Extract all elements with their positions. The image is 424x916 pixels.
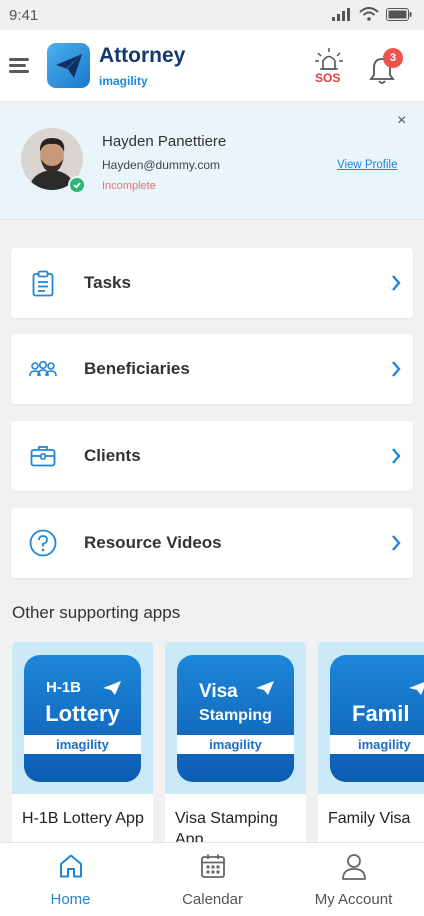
- app-tile-brand: imagility: [330, 735, 424, 754]
- app-tile: Famil imagility: [330, 655, 424, 782]
- menu-item-resource-videos[interactable]: Resource Videos: [11, 508, 413, 578]
- app-card-family-visa[interactable]: Famil imagility Family Visa: [318, 642, 424, 852]
- chevron-right-icon: [392, 361, 401, 377]
- app-tile-line1: H-1B: [46, 679, 82, 696]
- briefcase-icon: [29, 442, 57, 470]
- app-tile: H-1B Lottery imagility: [24, 655, 141, 782]
- profile-name: Hayden Panettiere: [102, 133, 227, 150]
- chevron-right-icon: [392, 448, 401, 464]
- status-bar: 9:41: [0, 0, 424, 30]
- question-circle-icon: [29, 529, 57, 557]
- brand-name: Attorney: [99, 44, 186, 67]
- app-name: Family Visa: [328, 810, 411, 827]
- nav-label: Home: [50, 891, 91, 908]
- app-tile-brand: imagility: [177, 735, 294, 754]
- sos-button[interactable]: SOS: [312, 47, 346, 87]
- brand-subtitle: imagility: [99, 74, 148, 88]
- profile-status: Incomplete: [102, 180, 156, 192]
- paper-plane-icon: [409, 682, 424, 695]
- app-tile-brand: imagility: [24, 735, 141, 754]
- calendar-icon: [200, 854, 225, 878]
- app-header: Attorney imagility SOS 3: [0, 30, 424, 102]
- menu-item-label: Tasks: [84, 273, 131, 292]
- wifi-icon: [359, 7, 379, 21]
- home-icon: [59, 854, 82, 878]
- chevron-right-icon: [392, 275, 401, 291]
- menu-item-beneficiaries[interactable]: Beneficiaries: [11, 334, 413, 404]
- nav-calendar[interactable]: Calendar: [142, 843, 283, 916]
- app-artwork: Famil imagility: [318, 642, 424, 794]
- notification-count-badge: 3: [383, 48, 403, 68]
- paper-plane-icon: [55, 53, 82, 78]
- status-time: 9:41: [9, 7, 39, 24]
- menu-item-label: Beneficiaries: [84, 359, 190, 378]
- nav-my-account[interactable]: My Account: [283, 843, 424, 916]
- app-tile-line1: Visa: [199, 681, 238, 702]
- app-tile-line2: Stamping: [199, 707, 272, 724]
- clipboard-icon: [29, 269, 57, 297]
- battery-icon: [386, 7, 412, 21]
- app-tile-line2: Lottery: [45, 701, 120, 726]
- verified-shield-icon: [68, 176, 86, 194]
- menu-item-label: Resource Videos: [84, 533, 222, 552]
- close-icon[interactable]: ×: [397, 112, 406, 130]
- signal-icon: [332, 8, 350, 21]
- app-card-visa-stamping[interactable]: Visa Stamping imagility Visa Stamping Ap…: [165, 642, 306, 852]
- app-artwork: Visa Stamping imagility: [165, 642, 306, 794]
- sos-label: SOS: [315, 71, 341, 85]
- app-tile-line2: Famil: [352, 701, 410, 726]
- app-tile: Visa Stamping imagility: [177, 655, 294, 782]
- profile-email: Hayden@dummy.com: [102, 158, 220, 172]
- nav-label: My Account: [314, 891, 393, 908]
- notifications-button[interactable]: 3: [369, 48, 403, 86]
- chevron-right-icon: [392, 535, 401, 551]
- paper-plane-icon: [103, 681, 121, 695]
- menu-item-label: Clients: [84, 446, 141, 465]
- profile-card: Hayden Panettiere Hayden@dummy.com Incom…: [0, 103, 424, 220]
- nav-home[interactable]: Home: [0, 843, 141, 916]
- bottom-nav: Home Calendar My Account: [0, 842, 424, 916]
- app-card-h1b-lottery[interactable]: H-1B Lottery imagility H-1B Lottery App: [12, 642, 153, 852]
- section-title-other-apps: Other supporting apps: [12, 603, 181, 622]
- apps-carousel[interactable]: H-1B Lottery imagility H-1B Lottery App …: [12, 642, 424, 852]
- app-name: H-1B Lottery App: [22, 810, 144, 827]
- paper-plane-icon: [256, 681, 274, 695]
- alarm-siren-icon: [315, 48, 343, 70]
- status-icons: [332, 7, 412, 21]
- brand-logo: [47, 43, 90, 88]
- menu-item-tasks[interactable]: Tasks: [11, 248, 413, 318]
- hamburger-menu-icon[interactable]: [9, 58, 29, 74]
- nav-label: Calendar: [182, 891, 243, 908]
- menu-item-clients[interactable]: Clients: [11, 421, 413, 491]
- user-icon: [341, 854, 366, 880]
- view-profile-link[interactable]: View Profile: [337, 159, 398, 171]
- app-artwork: H-1B Lottery imagility: [12, 642, 153, 794]
- people-group-icon: [29, 355, 57, 383]
